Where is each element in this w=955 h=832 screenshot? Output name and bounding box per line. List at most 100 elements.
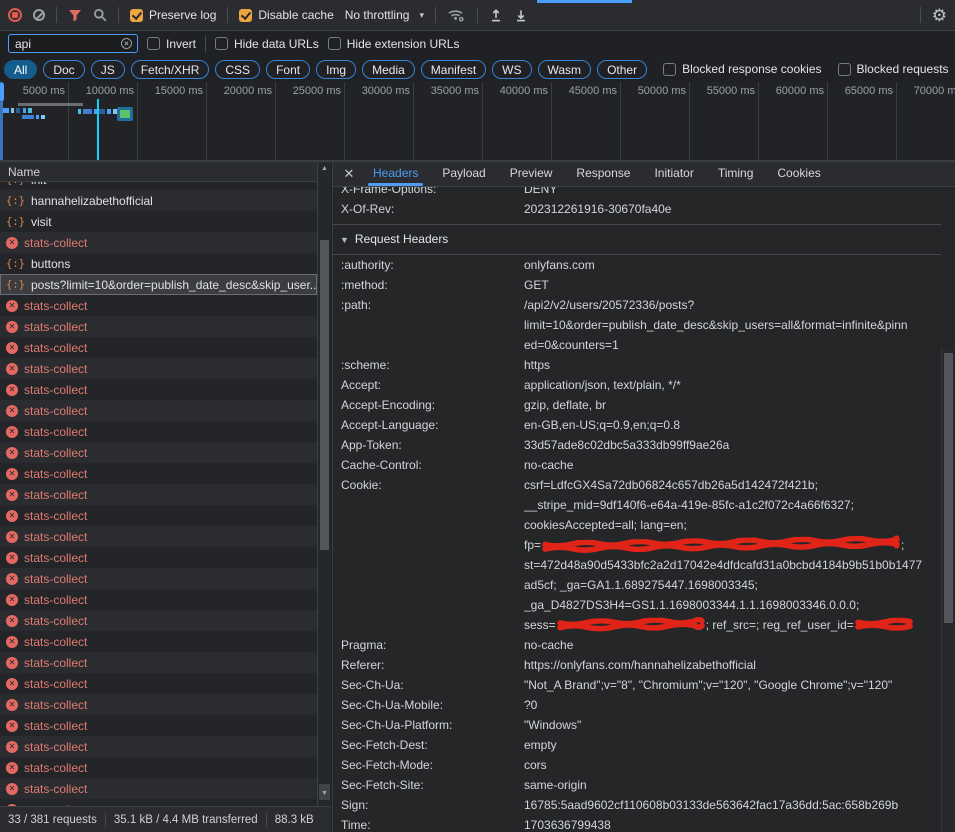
tab-initiator[interactable]: Initiator [642,162,705,186]
tab-response[interactable]: Response [564,162,642,186]
error-icon: ✕ [6,300,18,312]
request-row[interactable]: ✕stats-collect [0,505,317,526]
hide-data-urls-checkbox[interactable] [215,37,228,50]
scroll-up-icon[interactable]: ▲ [318,165,331,172]
tab-preview[interactable]: Preview [498,162,565,186]
hide-extension-urls-checkbox[interactable] [328,37,341,50]
tab-cookies[interactable]: Cookies [765,162,832,186]
hide-data-urls-toggle[interactable]: Hide data URLs [215,37,319,51]
close-icon[interactable]: ✕ [337,166,361,182]
request-row[interactable]: ✕stats-collect [0,526,317,547]
request-row[interactable]: ✕stats-collect [0,757,317,778]
request-row[interactable]: ✕stats-collect [0,736,317,757]
request-row[interactable]: {:}posts?limit=10&order=publish_date_des… [0,274,317,295]
request-row[interactable]: ✕stats-collect [0,673,317,694]
tab-timing[interactable]: Timing [706,162,766,186]
clear-network-log-button[interactable] [33,9,45,21]
request-row[interactable]: ✕stats-collect [0,568,317,589]
clipped-request-row[interactable]: {:}init [0,182,317,190]
tab-headers[interactable]: Headers [361,162,430,186]
request-row[interactable]: {:}init [0,182,317,190]
error-icon: ✕ [6,573,18,585]
request-headers-section[interactable]: ▼Request Headers [333,224,941,255]
request-row[interactable]: ✕stats-collect [0,232,317,253]
filter-input[interactable]: api [8,34,138,53]
disable-cache-toggle[interactable]: Disable cache [239,8,333,22]
request-row[interactable]: ✕stats-collect [0,589,317,610]
request-row[interactable]: ✕stats-collect [0,400,317,421]
error-icon: ✕ [6,720,18,732]
header-value: same-origin [524,775,941,795]
header-row: X-Frame-Options: DENY [333,187,941,199]
request-row[interactable]: ✕stats-collect [0,799,317,806]
request-row[interactable]: ✕stats-collect [0,316,317,337]
filter-pill-all[interactable]: All [4,60,37,79]
filter-pill-other[interactable]: Other [597,60,647,79]
type-filter-pills: All Doc JS Fetch/XHR CSS Font Img Media Manifest… [4,60,647,79]
filter-pill-media[interactable]: Media [362,60,415,79]
filter-pill-wasm[interactable]: Wasm [538,60,592,79]
details-scrollbar[interactable] [941,349,955,832]
disable-cache-checkbox[interactable] [239,9,252,22]
request-row[interactable]: ✕stats-collect [0,463,317,484]
filter-pill-ws[interactable]: WS [492,60,531,79]
checkbox-label: Blocked response cookies [682,62,821,76]
header-value-text: /api2/v2/users/20572336/posts? [524,298,694,312]
request-row[interactable]: ✕stats-collect [0,379,317,400]
preserve-log-checkbox[interactable] [130,9,143,22]
checkbox[interactable] [838,63,851,76]
request-row[interactable]: ✕stats-collect [0,442,317,463]
import-har-icon[interactable] [489,8,503,23]
header-row: X-Of-Rev:202312261916-30670fa40e [333,199,941,219]
network-conditions-icon[interactable] [447,8,466,23]
request-row[interactable]: ✕stats-collect [0,358,317,379]
request-row[interactable]: ✕stats-collect [0,694,317,715]
toggle-blocked-response-cookies[interactable]: Blocked response cookies [663,62,821,76]
request-row[interactable]: ✕stats-collect [0,484,317,505]
filter-pill-manifest[interactable]: Manifest [421,60,486,79]
request-row[interactable]: ✕stats-collect [0,715,317,736]
network-overview-timeline[interactable]: 5000 ms10000 ms15000 ms20000 ms25000 ms3… [0,82,955,162]
scrollbar-thumb[interactable] [944,353,953,623]
hide-extension-urls-toggle[interactable]: Hide extension URLs [328,37,460,51]
header-value: 33d57ade8c02dbc5a333db99ff9ae26a [524,435,941,455]
overview-left-grip-handle[interactable] [0,83,4,101]
error-icon: ✕ [6,762,18,774]
clear-filter-icon[interactable] [121,38,132,49]
filter-pill-js[interactable]: JS [91,60,125,79]
search-icon[interactable] [93,8,107,22]
filter-pill-font[interactable]: Font [266,60,310,79]
scroll-down-icon[interactable]: ▼ [318,790,331,797]
waterfall-bar [28,108,32,113]
filter-funnel-icon[interactable] [68,8,82,22]
request-row[interactable]: {:}hannahelizabethofficial [0,190,317,211]
scrollbar-thumb[interactable] [320,240,329,550]
request-row[interactable]: ✕stats-collect [0,295,317,316]
filter-pill-doc[interactable]: Doc [43,60,84,79]
settings-gear-icon[interactable]: ⚙ [932,7,947,24]
request-row[interactable]: ✕stats-collect [0,778,317,799]
throttling-dropdown[interactable]: No throttling ▾ [345,8,424,22]
export-har-icon[interactable] [514,8,528,23]
checkbox[interactable] [663,63,676,76]
request-list-scrollbar[interactable]: ▲ ▼ [317,162,331,806]
request-row[interactable]: {:}visit [0,211,317,232]
record-network-log-button[interactable] [8,8,22,22]
filter-pill-img[interactable]: Img [316,60,356,79]
filter-pill-css[interactable]: CSS [215,60,260,79]
preserve-log-toggle[interactable]: Preserve log [130,8,216,22]
request-row[interactable]: {:}buttons [0,253,317,274]
request-row[interactable]: ✕stats-collect [0,631,317,652]
request-name: stats-collect [24,551,87,565]
name-column-header[interactable]: Name [0,162,331,182]
request-row[interactable]: ✕stats-collect [0,652,317,673]
request-row[interactable]: ✕stats-collect [0,337,317,358]
request-row[interactable]: ✕stats-collect [0,610,317,631]
filter-pill-fetch-xhr[interactable]: Fetch/XHR [131,60,210,79]
request-row[interactable]: ✕stats-collect [0,547,317,568]
invert-toggle[interactable]: Invert [147,37,196,51]
tab-payload[interactable]: Payload [430,162,497,186]
toggle-blocked-requests[interactable]: Blocked requests [838,62,949,76]
invert-checkbox[interactable] [147,37,160,50]
request-row[interactable]: ✕stats-collect [0,421,317,442]
